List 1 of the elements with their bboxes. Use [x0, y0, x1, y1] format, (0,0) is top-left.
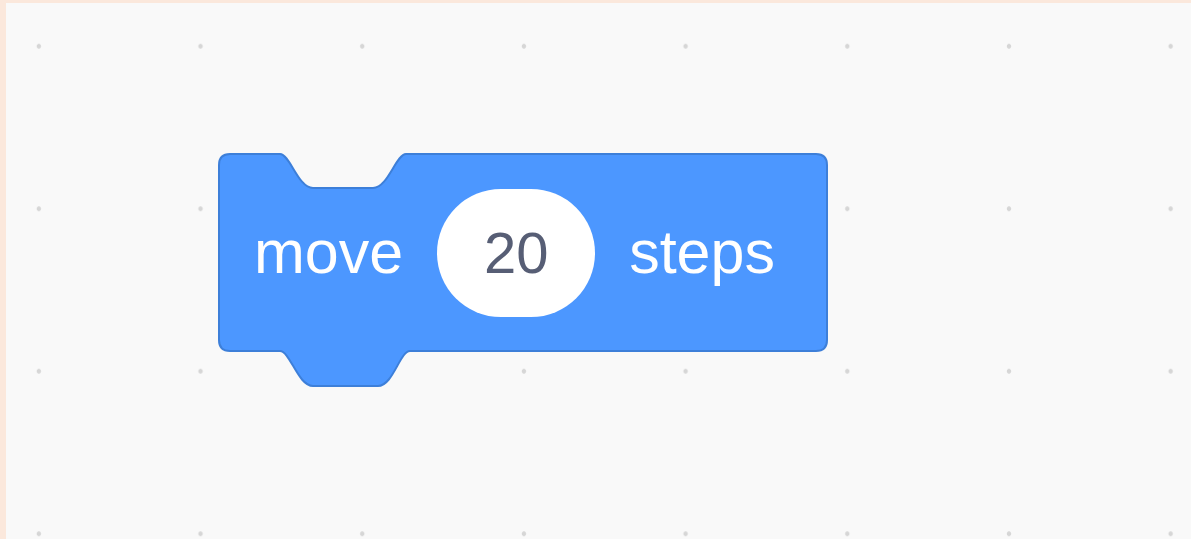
block-label: move: [254, 222, 404, 283]
